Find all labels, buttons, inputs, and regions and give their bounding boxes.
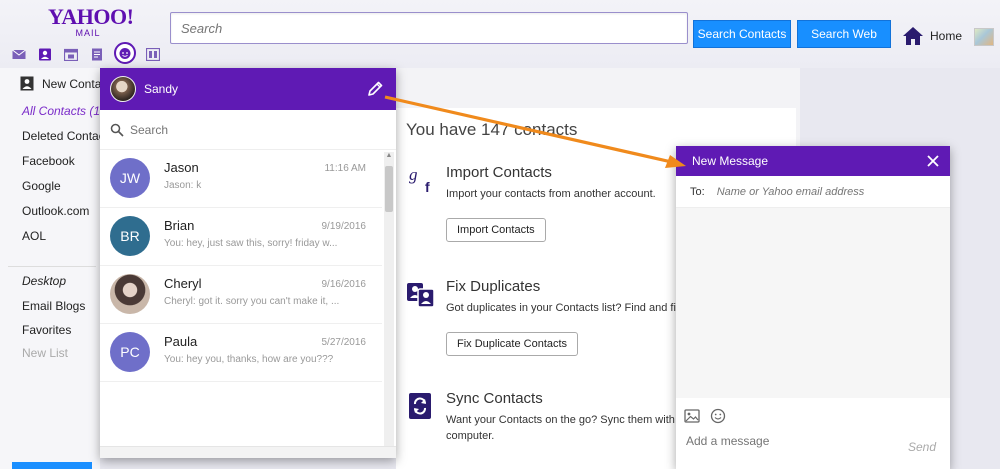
scroll-thumb[interactable] (385, 166, 393, 212)
search-web-button[interactable]: Search Web (797, 20, 891, 48)
conversation-item[interactable]: BR Brian 9/19/2016 You: hey, just saw this,… (100, 208, 382, 266)
fix-duplicates-title: Fix Duplicates (446, 278, 541, 295)
sync-contacts-title: Sync Contacts (446, 390, 543, 407)
search-input[interactable] (171, 13, 687, 43)
contact-count: You have 147 contacts (406, 120, 578, 139)
calendar-icon[interactable] (62, 46, 80, 62)
contact-avatar: JW (110, 158, 150, 198)
sidebar-item[interactable]: Email Blogs (22, 299, 85, 313)
logo-text: YAHOO! (48, 4, 134, 29)
fix-duplicates-desc: Got duplicates in your Contacts list? Fi… (446, 302, 682, 314)
compose-pencil-icon[interactable] (366, 80, 384, 98)
message-input[interactable] (686, 434, 886, 448)
message-date: 9/19/2016 (321, 221, 367, 232)
message-date: 9/16/2016 (321, 279, 367, 290)
new-message-title: New Message (692, 154, 769, 168)
messenger-header: Sandy (100, 68, 396, 110)
mail-icon[interactable] (10, 46, 28, 62)
import-contacts-desc: Import your contacts from another accoun… (446, 188, 656, 200)
send-button[interactable]: Send (908, 440, 936, 454)
scroll-up-arrow[interactable]: ▲ (385, 152, 393, 160)
logo-subtext: MAIL (75, 28, 101, 38)
to-label: To: (690, 185, 705, 198)
profile-thumbnail[interactable] (974, 28, 994, 46)
sidebar-item[interactable]: Facebook (22, 154, 75, 168)
emoji-icon[interactable] (710, 408, 726, 424)
close-icon[interactable] (926, 154, 940, 168)
home-link[interactable]: Home (902, 26, 962, 46)
message-snippet: You: hey, just saw this, sorry! friday w… (164, 238, 338, 249)
message-snippet: Cheryl: got it. sorry you can't make it,… (164, 296, 340, 307)
contact-name: Cheryl (164, 276, 202, 291)
conversation-item[interactable]: JW Jason 11:16 AM Jason: k (100, 150, 382, 208)
app-switcher (10, 42, 162, 64)
svg-text:g: g (409, 166, 418, 184)
messenger-search[interactable] (100, 110, 396, 150)
messenger-footer (100, 446, 396, 458)
sidebar-item[interactable]: All Contacts (14 (22, 104, 107, 118)
conversation-scrollbar[interactable]: ▲ (384, 152, 394, 452)
add-contact-icon (20, 76, 34, 91)
sidebar-divider (8, 266, 96, 267)
message-date: 11:16 AM (324, 163, 366, 174)
contact-avatar: PC (110, 332, 150, 372)
contact-name: Paula (164, 334, 198, 349)
new-contact-button[interactable]: New Contac (20, 76, 107, 91)
home-icon (903, 27, 923, 45)
contact-avatar: BR (110, 216, 150, 256)
messenger-icon[interactable] (114, 42, 136, 64)
sidebar-item[interactable]: AOL (22, 229, 46, 243)
sidebar-item[interactable]: New List (22, 346, 68, 360)
sync-contacts-desc: Want your Contacts on the go? Sync them … (446, 414, 700, 442)
import-contacts-icon: g f (409, 166, 430, 194)
home-label: Home (930, 29, 963, 43)
contacts-sidebar: New Contac All Contacts (14 Deleted Conta… (0, 68, 107, 469)
user-avatar[interactable] (110, 76, 136, 102)
conversation-item[interactable]: PC Paula 5/27/2016 You: hey you, thanks, ho… (100, 324, 382, 382)
messenger-username: Sandy (144, 82, 179, 96)
recipient-input[interactable] (716, 185, 927, 198)
import-contacts-section: g f Import Contacts Import your contacts… (406, 164, 706, 254)
image-icon[interactable] (684, 408, 700, 424)
sync-contacts-section: Sync Contacts Want your Contacts on the … (406, 390, 706, 460)
sync-contacts-icon (409, 393, 431, 419)
newsfeed-icon[interactable] (144, 46, 162, 62)
fix-duplicates-section: Fix Duplicates Got duplicates in your Co… (406, 278, 706, 368)
message-tools (684, 408, 726, 424)
conversation-list: JW Jason 11:16 AM Jason: k BR Brian 9/19/2016 Y… (100, 150, 382, 440)
sidebar-item[interactable]: Deleted Contac (22, 129, 105, 143)
svg-text:f: f (425, 179, 430, 194)
message-thread-area (676, 208, 950, 398)
contact-avatar (110, 274, 150, 314)
recipient-row: To: (676, 176, 950, 208)
yahoo-mail-logo[interactable]: YAHOO! MAIL (48, 4, 134, 39)
conversation-item[interactable]: Cheryl 9/16/2016 Cheryl: got it. sorry you… (100, 266, 382, 324)
search-icon (110, 123, 124, 137)
sidebar-item[interactable]: Outlook.com (22, 204, 89, 218)
sidebar-item[interactable]: Favorites (22, 323, 71, 337)
contact-name: Brian (164, 218, 195, 233)
bottom-accent-strip (12, 462, 92, 469)
sidebar-item[interactable]: Google (22, 179, 61, 193)
messenger-panel: Sandy JW Jason 11:16 AM Jason: k BR Brian 9/19… (100, 68, 396, 458)
new-message-header: New Message (676, 146, 950, 176)
message-date: 5/27/2016 (321, 337, 367, 348)
contacts-icon[interactable] (36, 46, 54, 62)
notepad-icon[interactable] (88, 46, 106, 62)
duplicate-contacts-icon (407, 283, 435, 308)
messenger-search-input[interactable] (130, 122, 330, 137)
import-contacts-button[interactable]: Import Contacts (446, 218, 546, 242)
message-snippet: Jason: k (164, 180, 202, 191)
message-snippet: You: hey you, thanks, how are you??? (164, 354, 334, 365)
search-box[interactable] (170, 12, 688, 44)
new-message-panel: New Message To: Send (676, 146, 950, 469)
new-contact-label: New Contac (42, 76, 108, 91)
sidebar-item[interactable]: Desktop (22, 274, 66, 288)
contact-name: Jason (164, 160, 199, 175)
import-contacts-title: Import Contacts (446, 164, 552, 181)
fix-duplicates-button[interactable]: Fix Duplicate Contacts (446, 332, 579, 356)
search-contacts-button[interactable]: Search Contacts (693, 20, 791, 48)
top-header: YAHOO! MAIL Search Contacts Search Web H… (0, 0, 1000, 68)
